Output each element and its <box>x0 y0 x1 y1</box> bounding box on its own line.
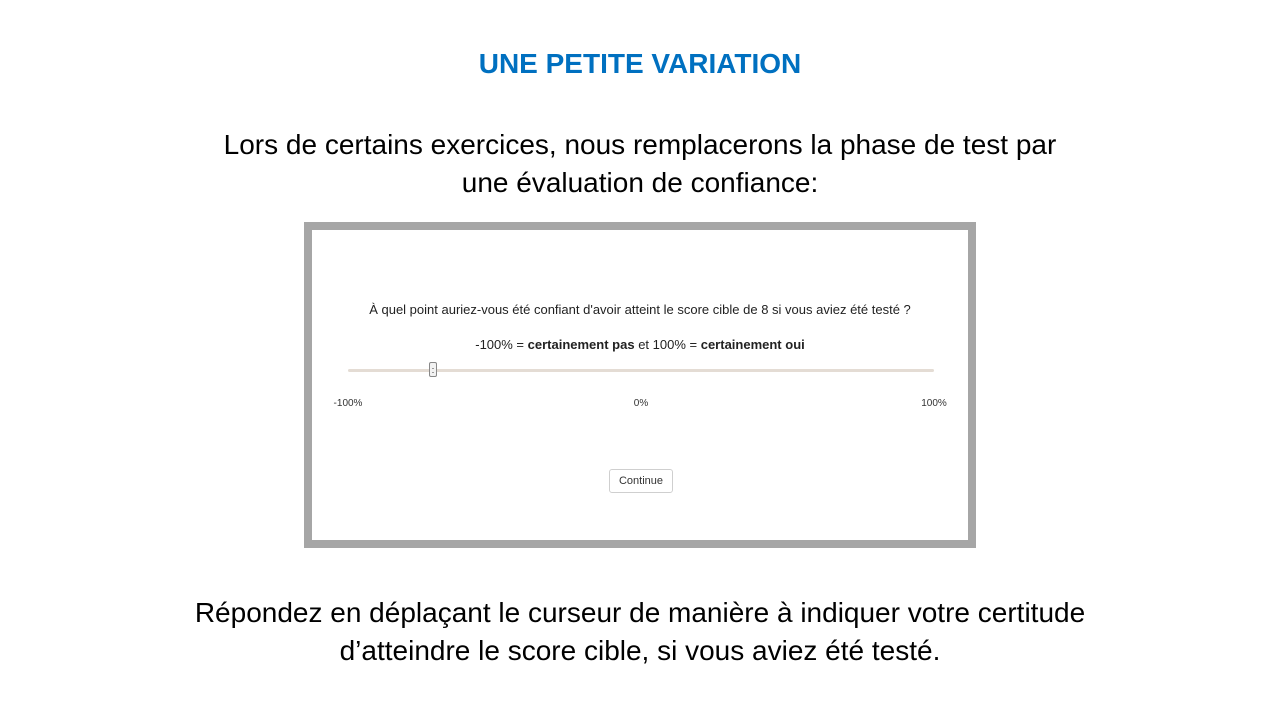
slider-mid-label: 0% <box>633 398 649 409</box>
confidence-slider-thumb[interactable] <box>428 362 437 377</box>
scale-prefix: -100% = <box>475 337 528 352</box>
confidence-slider-track[interactable] <box>348 362 934 377</box>
instruction-line-2: d’atteindre le score cible, si vous avie… <box>339 635 941 666</box>
intro-line-1: Lors de certains exercices, nous remplac… <box>223 129 1057 160</box>
scale-middle: et 100% = <box>634 337 701 352</box>
instruction-line-1: Répondez en déplaçant le curseur de mani… <box>194 597 1086 628</box>
slide-title: UNE PETITE VARIATION <box>478 48 802 79</box>
scale-description: -100% = certainement pas et 100% = certa… <box>312 336 968 354</box>
confidence-question: À quel point auriez-vous été confiant d'… <box>369 302 911 317</box>
instruction-text: Répondez en déplaçant le curseur de mani… <box>100 594 1180 670</box>
slide: UNE PETITE VARIATION Lors de certains ex… <box>0 0 1280 720</box>
slider-max-label: 100% <box>921 398 947 409</box>
scale-positive-label: certainement oui <box>700 337 805 352</box>
continue-button[interactable]: Continue <box>609 469 673 493</box>
confidence-form-screenshot: À quel point auriez-vous été confiant d'… <box>304 222 976 548</box>
intro-line-2: une évaluation de confiance: <box>461 167 819 198</box>
intro-text: Lors de certains exercices, nous remplac… <box>140 126 1140 202</box>
slider-min-label: -100% <box>333 398 363 409</box>
scale-negative-label: certainement pas <box>527 337 635 352</box>
